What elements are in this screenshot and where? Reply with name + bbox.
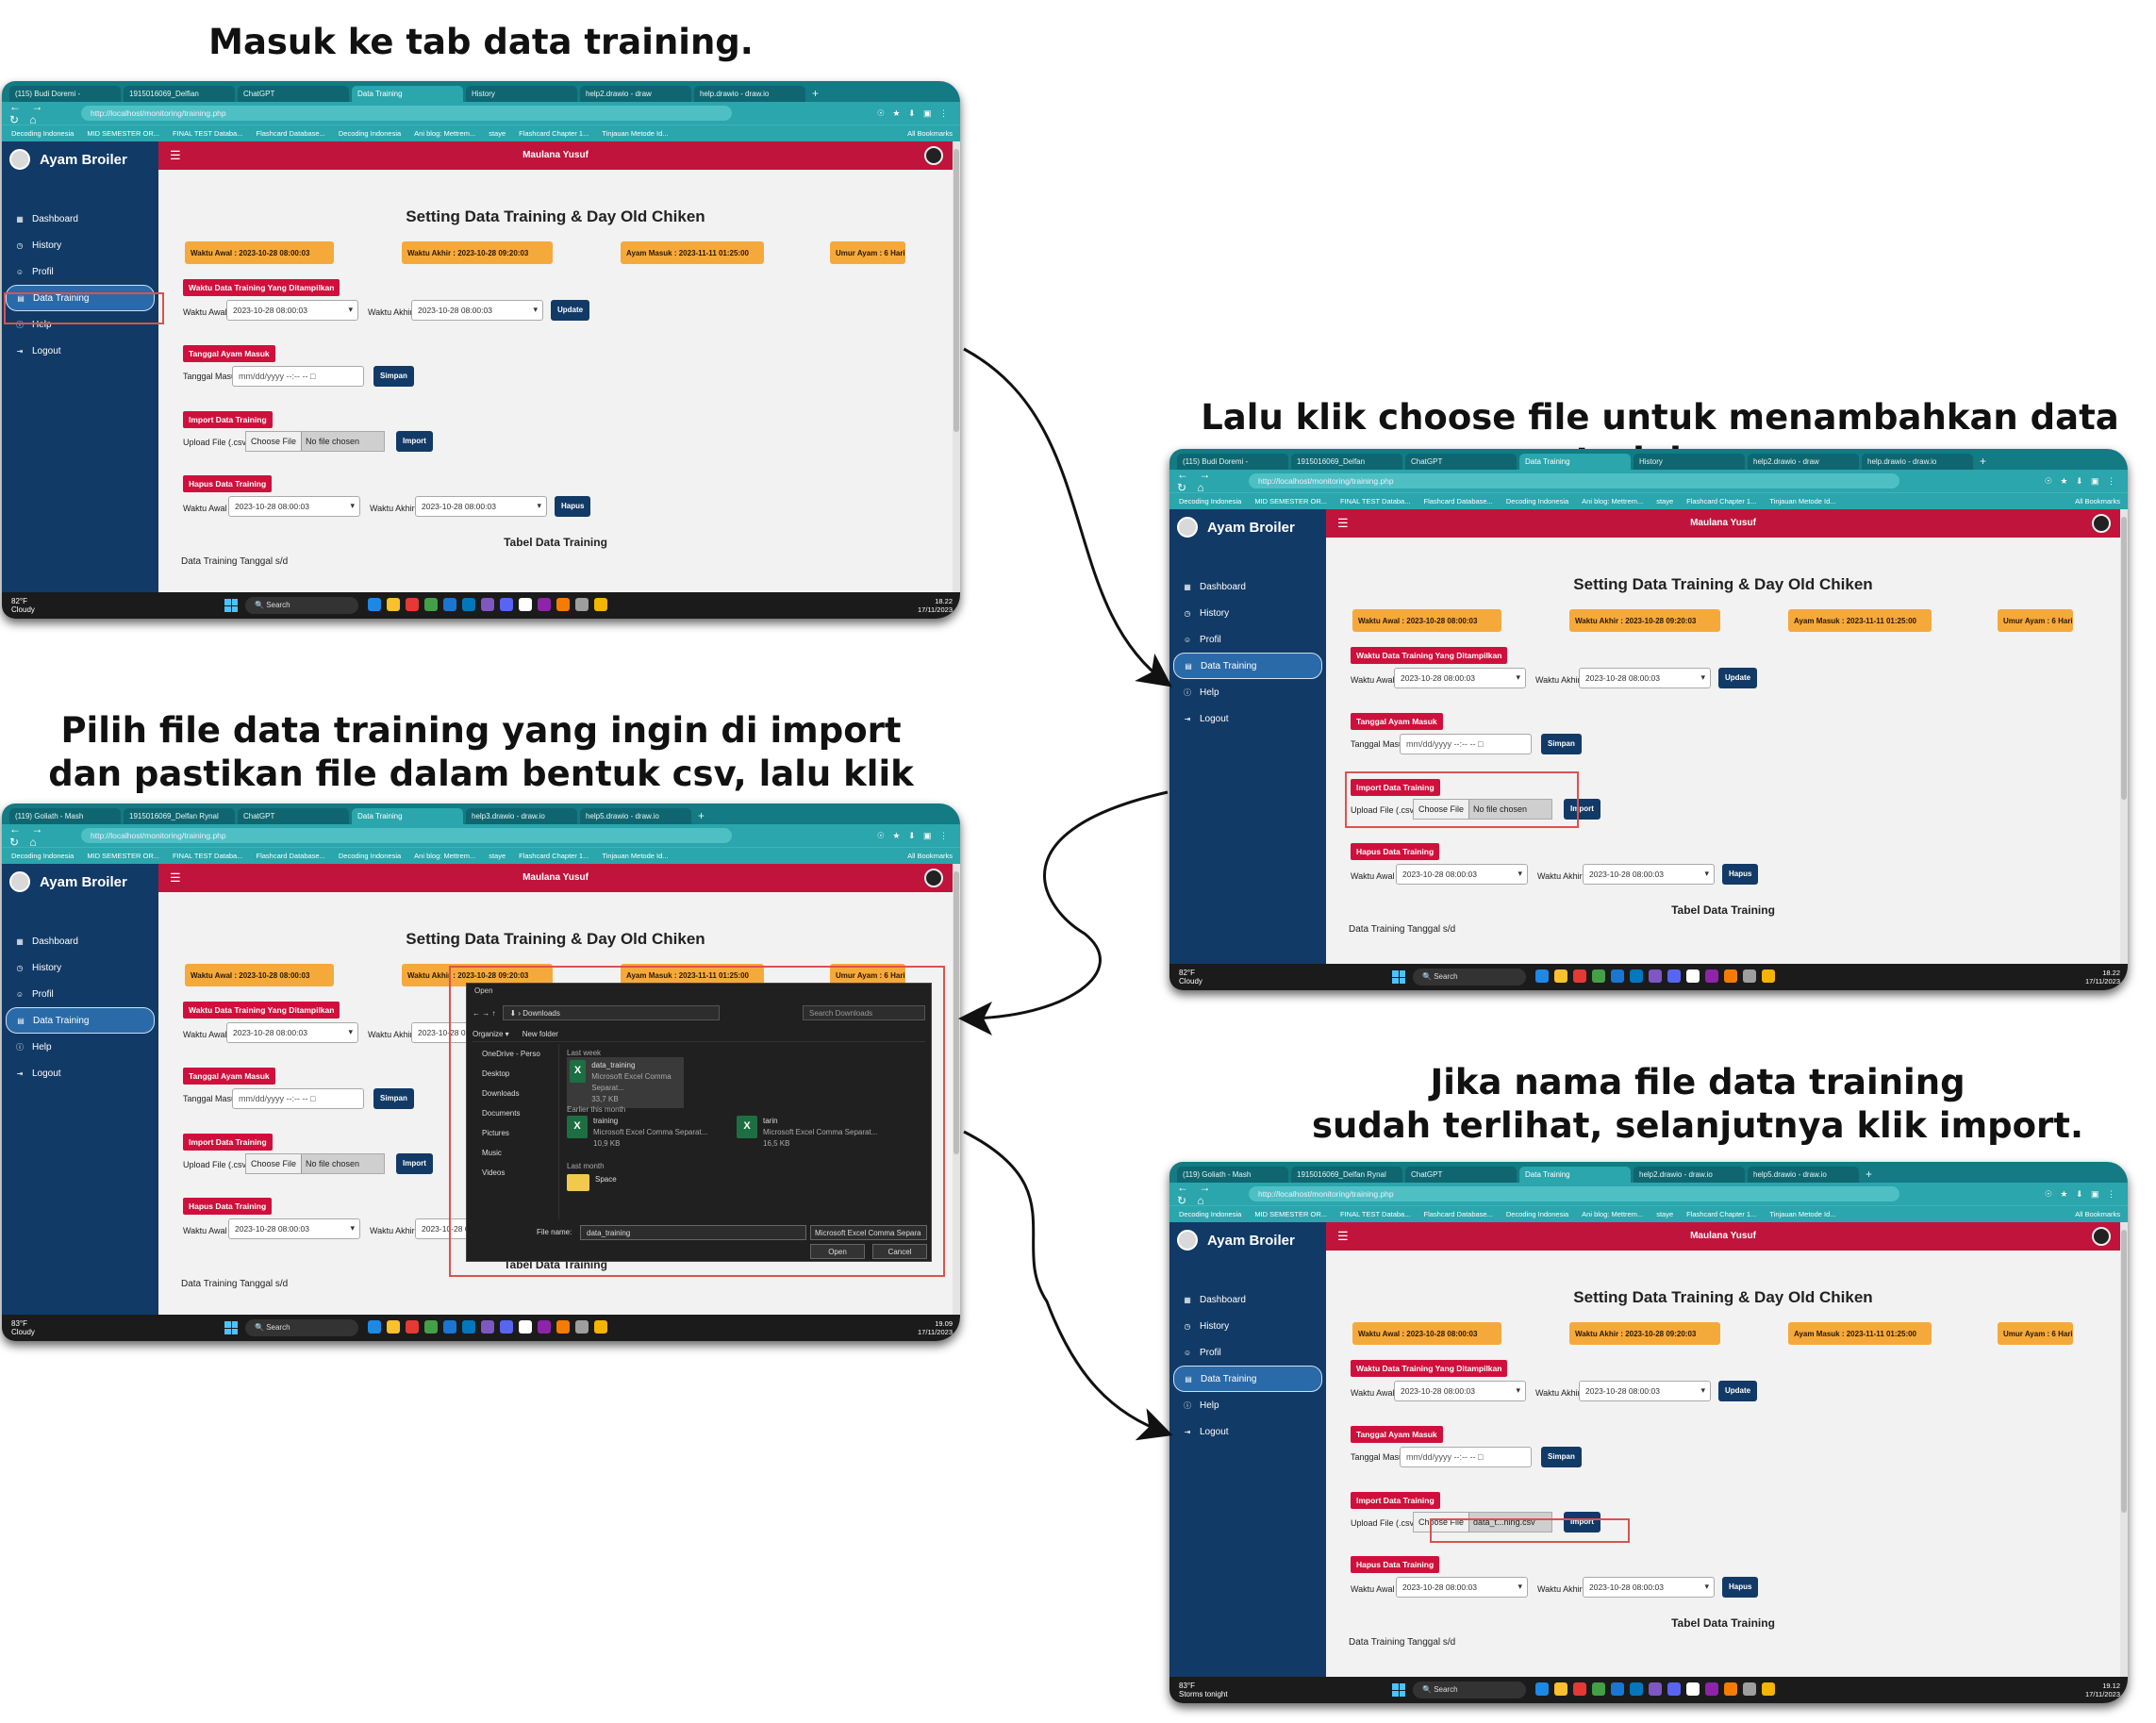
arrow-step2-to-step3 (958, 790, 1169, 1035)
arrow-step1-to-step2 (963, 347, 1172, 688)
tutorial-canvas: Masuk ke tab data training. Lalu klik ch… (0, 0, 2156, 1723)
arrow-step3-to-step4 (963, 1130, 1173, 1441)
flow-arrows (958, 347, 1173, 1441)
